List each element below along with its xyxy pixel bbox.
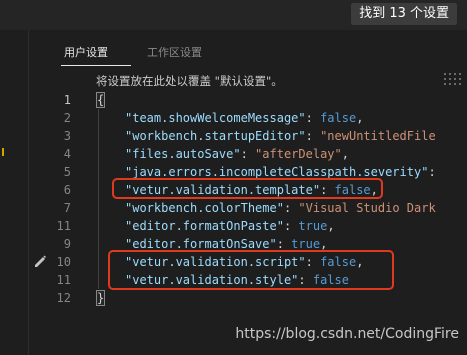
- tab-workspace-settings[interactable]: 工作区设置: [147, 44, 202, 60]
- left-editor-strip: [0, 30, 28, 355]
- code-content: "workbench.startupEditor": "newUntitledF…: [125, 129, 436, 143]
- minimap-dots-icon: [444, 73, 462, 87]
- setting-key: "team.showWelcomeMessage": [125, 111, 306, 125]
- code-content: }: [95, 289, 106, 307]
- open-brace: {: [95, 92, 106, 108]
- setting-value: true: [291, 237, 321, 251]
- code-line[interactable]: 4 "files.autoSave": "afterDelay",: [29, 145, 467, 163]
- code-content: "team.showWelcomeMessage": false,: [125, 111, 364, 125]
- line-number: 9: [63, 237, 71, 251]
- edit-pencil-icon[interactable]: [33, 254, 47, 268]
- line-number: 11: [56, 219, 71, 233]
- setting-key: "workbench.startupEditor": [125, 129, 306, 143]
- code-line[interactable]: 2 "team.showWelcomeMessage": false,: [29, 109, 467, 127]
- setting-key: "editor.formatOnSave": [125, 237, 277, 251]
- active-tab-indicator: [61, 65, 131, 66]
- close-brace: }: [95, 290, 106, 306]
- search-result-count: 找到 13 个设置: [351, 3, 457, 25]
- line-number: 11: [56, 273, 71, 287]
- line-number: 3: [63, 129, 71, 143]
- tab-user-settings[interactable]: 用户设置: [64, 44, 108, 60]
- setting-key: "workbench.colorTheme": [125, 201, 284, 215]
- settings-json-editor[interactable]: 1{2 "team.showWelcomeMessage": false, 3 "wo…: [29, 91, 467, 355]
- line-number: 6: [63, 183, 71, 197]
- code-content: {: [95, 91, 106, 109]
- setting-value: true: [298, 219, 328, 233]
- annotation-box-template: [112, 178, 383, 199]
- setting-value: false: [320, 111, 357, 125]
- code-line[interactable]: 1{: [29, 91, 467, 109]
- code-line[interactable]: 12}: [29, 289, 467, 307]
- line-number: 2: [63, 111, 71, 125]
- setting-key: "files.autoSave": [125, 147, 241, 161]
- line-number: 7: [63, 201, 71, 215]
- search-bar: 找到 13 个设置: [0, 0, 467, 30]
- settings-tabs: 用户设置 工作区设置: [29, 36, 467, 66]
- code-content: "editor.formatOnPaste": true,: [125, 219, 335, 233]
- code-line[interactable]: 7 "workbench.colorTheme": "Visual Studio …: [29, 199, 467, 217]
- gutter-marker: [2, 148, 4, 156]
- code-content: "files.autoSave": "afterDelay",: [125, 147, 349, 161]
- line-number: 5: [63, 165, 71, 179]
- settings-window: 找到 13 个设置 用户设置 工作区设置 将设置放在此处以覆盖 "默认设置"。 …: [0, 0, 467, 355]
- code-line[interactable]: 11 "editor.formatOnPaste": true,: [29, 217, 467, 235]
- line-number: 4: [63, 147, 71, 161]
- line-number: 12: [56, 291, 71, 305]
- override-note: 将设置放在此处以覆盖 "默认设置"。: [96, 74, 283, 88]
- setting-value: "Visual Studio Dark: [298, 201, 436, 215]
- setting-value: "afterDelay": [255, 147, 342, 161]
- watermark: https://blog.csdn.net/CodingFire: [235, 326, 459, 342]
- setting-value: "newUntitledFile: [320, 129, 436, 143]
- setting-key: "editor.formatOnPaste": [125, 219, 284, 233]
- setting-key: "java.errors.incompleteClasspath.severit…: [125, 165, 429, 179]
- code-line[interactable]: 3 "workbench.startupEditor": "newUntitled…: [29, 127, 467, 145]
- annotation-box-script-style: [108, 250, 394, 290]
- code-content: "workbench.colorTheme": "Visual Studio D…: [125, 201, 436, 215]
- line-number: 1: [63, 93, 71, 107]
